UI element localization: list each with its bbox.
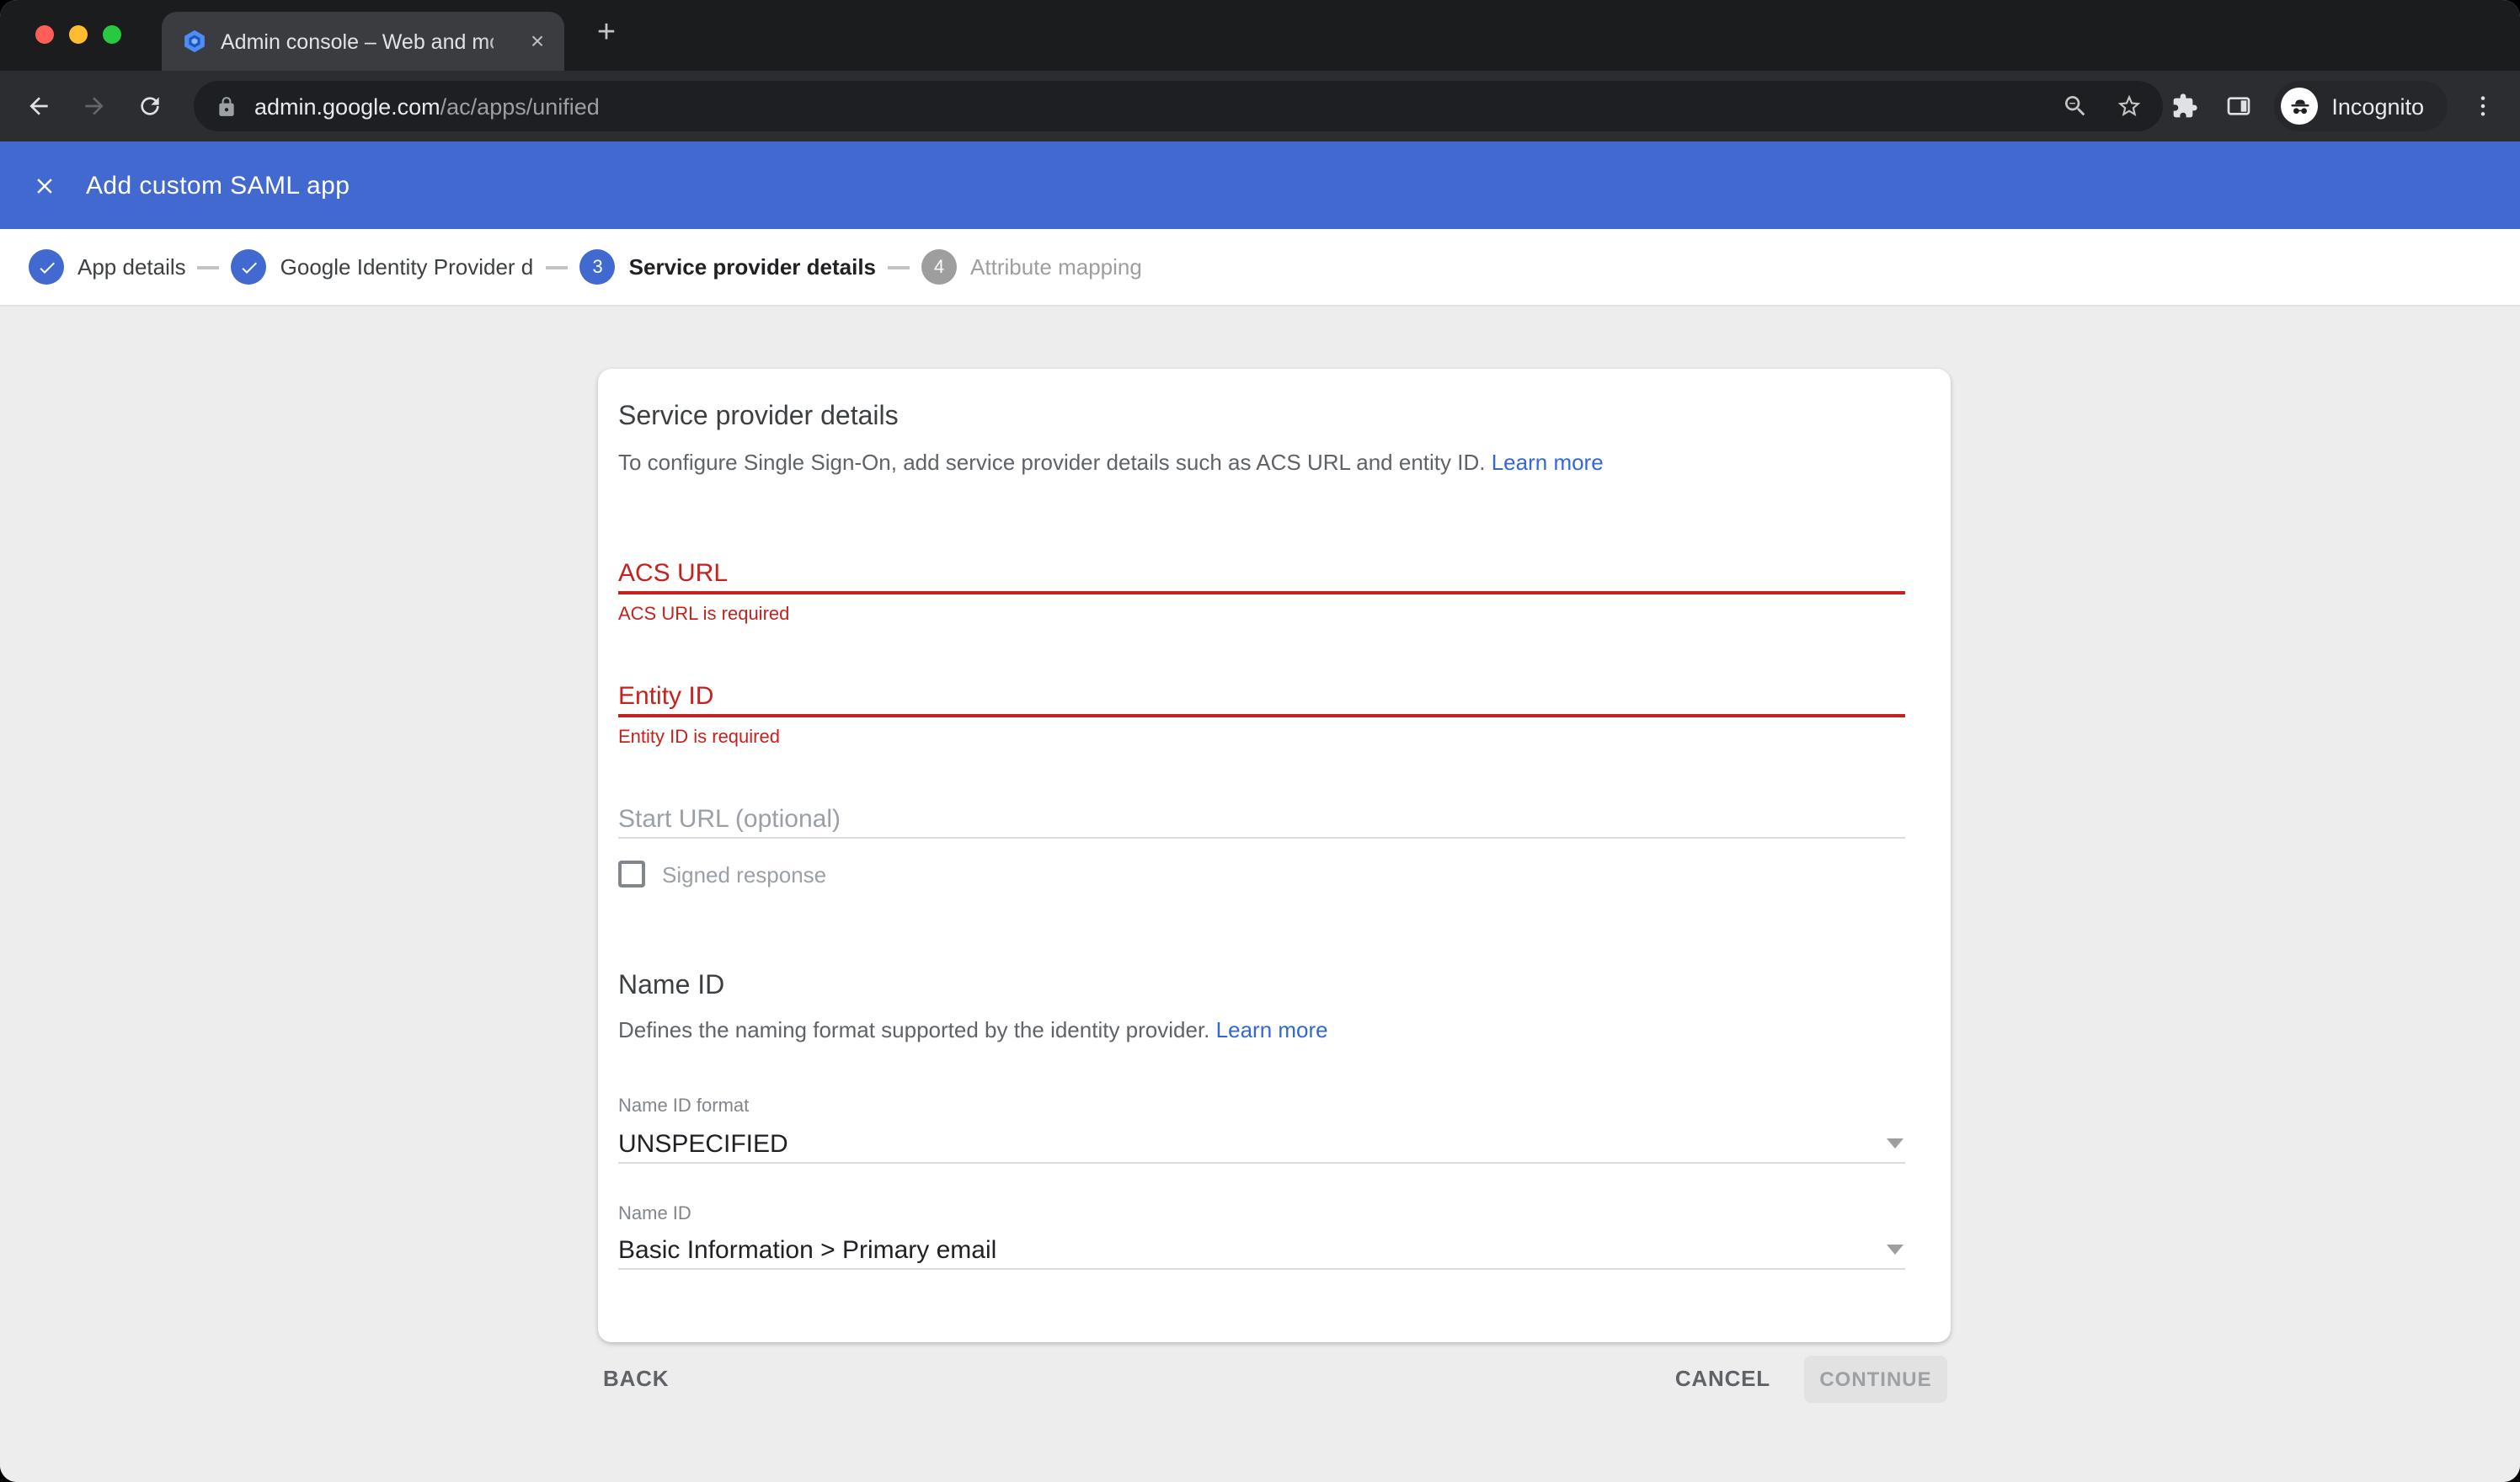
browser-window: Admin console – Web and mob × + admin.go… (0, 0, 2520, 1482)
extensions-puzzle-icon (2171, 93, 2198, 120)
step-label: Service provider details (629, 254, 876, 280)
section-heading: Service provider details (618, 399, 899, 436)
back-button[interactable]: BACK (603, 1356, 669, 1403)
acs-url-input[interactable] (618, 579, 1905, 613)
signed-response-checkbox[interactable] (618, 861, 645, 888)
incognito-avatar (2281, 88, 2318, 125)
dropdown-arrow-icon (1887, 1245, 1903, 1255)
incognito-icon (2287, 93, 2312, 119)
incognito-label: Incognito (2331, 93, 2424, 119)
name-id-format-underline (618, 1162, 1905, 1164)
name-id-description: Defines the naming format supported by t… (618, 1016, 1328, 1046)
name-id-select[interactable]: Basic Information > Primary email (618, 1234, 996, 1268)
start-url-input[interactable]: Start URL (optional) (618, 803, 841, 837)
dropdown-arrow-icon (1887, 1138, 1903, 1149)
url-path: /ac/apps/unified (440, 93, 600, 119)
name-id-format-label: Name ID format (618, 1095, 749, 1118)
three-dot-menu-icon (2469, 93, 2496, 120)
name-id-label: Name ID (618, 1202, 691, 1226)
back-button[interactable] (20, 88, 57, 125)
forward-button[interactable] (76, 88, 113, 125)
entity-id-error: Entity ID is required (618, 726, 780, 749)
browser-toolbar: admin.google.com/ac/apps/unified (0, 71, 2520, 141)
browser-menu-button[interactable] (2464, 88, 2501, 125)
continue-button[interactable]: CONTINUE (1804, 1356, 1947, 1403)
extensions-button[interactable] (2166, 88, 2203, 125)
step-number-circle: 4 (921, 249, 957, 285)
start-url-underline (618, 837, 1905, 839)
entity-id-underline (618, 714, 1905, 717)
wizard-stepper: App details Google Identity Provider det… (0, 229, 2520, 307)
tab-strip: Admin console – Web and mob × + (0, 0, 2520, 71)
name-id-format-select[interactable]: UNSPECIFIED (618, 1128, 788, 1162)
close-icon (31, 173, 56, 198)
incognito-badge: Incognito (2274, 81, 2448, 131)
step-complete-circle (232, 249, 267, 285)
acs-url-underline (618, 591, 1905, 594)
signed-response-label: Signed response (662, 861, 826, 887)
cancel-button[interactable]: CANCEL (1675, 1356, 1770, 1403)
learn-more-link[interactable]: Learn more (1492, 450, 1604, 475)
name-id-description-text: Defines the naming format supported by t… (618, 1017, 1209, 1042)
reload-button[interactable] (131, 88, 168, 125)
tab-title: Admin console – Web and mob (221, 29, 494, 53)
step-connector (198, 265, 220, 269)
omnibox[interactable]: admin.google.com/ac/apps/unified (194, 81, 2163, 131)
step-app-details[interactable]: App details (29, 249, 186, 285)
acs-url-error: ACS URL is required (618, 603, 789, 626)
section-description-text: To configure Single Sign-On, add service… (618, 450, 1485, 475)
check-icon (239, 257, 259, 277)
traffic-lights (35, 25, 121, 44)
tab-close-button[interactable]: × (522, 25, 553, 56)
lock-icon[interactable] (216, 95, 238, 117)
step-google-idp-details[interactable]: Google Identity Provider details (232, 249, 535, 285)
step-attribute-mapping: 4 Attribute mapping (921, 249, 1142, 285)
signed-response-row: Signed response (618, 861, 826, 888)
admin-console-favicon-icon (182, 29, 207, 54)
service-provider-card: Service provider details To configure Si… (598, 369, 1951, 1342)
wizard-footer: BACK CANCEL CONTINUE (598, 1356, 1951, 1403)
bookmark-star-icon[interactable] (2116, 93, 2143, 120)
step-label: Google Identity Provider details (280, 254, 535, 280)
dialog-title: Add custom SAML app (86, 171, 350, 200)
browser-tab[interactable]: Admin console – Web and mob × (162, 12, 564, 71)
dialog-header: Add custom SAML app (0, 141, 2520, 229)
check-icon (36, 257, 56, 277)
new-tab-button[interactable]: + (583, 10, 630, 57)
side-panel-icon (2225, 93, 2252, 120)
step-label: App details (77, 254, 186, 280)
close-dialog-button[interactable] (24, 165, 64, 205)
step-service-provider-details: 3 Service provider details (580, 249, 876, 285)
url-domain: admin.google.com (254, 93, 440, 119)
step-connector (888, 265, 910, 269)
step-complete-circle (29, 249, 64, 285)
back-arrow-icon (25, 93, 52, 120)
section-description: To configure Single Sign-On, add service… (618, 448, 1604, 478)
zoom-icon[interactable] (2062, 93, 2089, 120)
forward-arrow-icon (81, 93, 108, 120)
side-panel-button[interactable] (2220, 88, 2257, 125)
entity-id-input[interactable] (618, 702, 1905, 736)
learn-more-link[interactable]: Learn more (1216, 1017, 1328, 1042)
name-id-heading: Name ID (618, 968, 724, 1005)
name-id-underline (618, 1268, 1905, 1270)
page-body: Service provider details To configure Si… (0, 307, 2520, 1482)
tab-title-fade (483, 12, 521, 71)
fullscreen-window-button[interactable] (103, 25, 121, 44)
url-text: admin.google.com/ac/apps/unified (254, 93, 600, 119)
close-window-button[interactable] (35, 25, 54, 44)
reload-icon (136, 93, 163, 120)
step-number-circle: 3 (580, 249, 616, 285)
minimize-window-button[interactable] (69, 25, 88, 44)
step-label: Attribute mapping (970, 254, 1142, 280)
step-connector (547, 265, 569, 269)
